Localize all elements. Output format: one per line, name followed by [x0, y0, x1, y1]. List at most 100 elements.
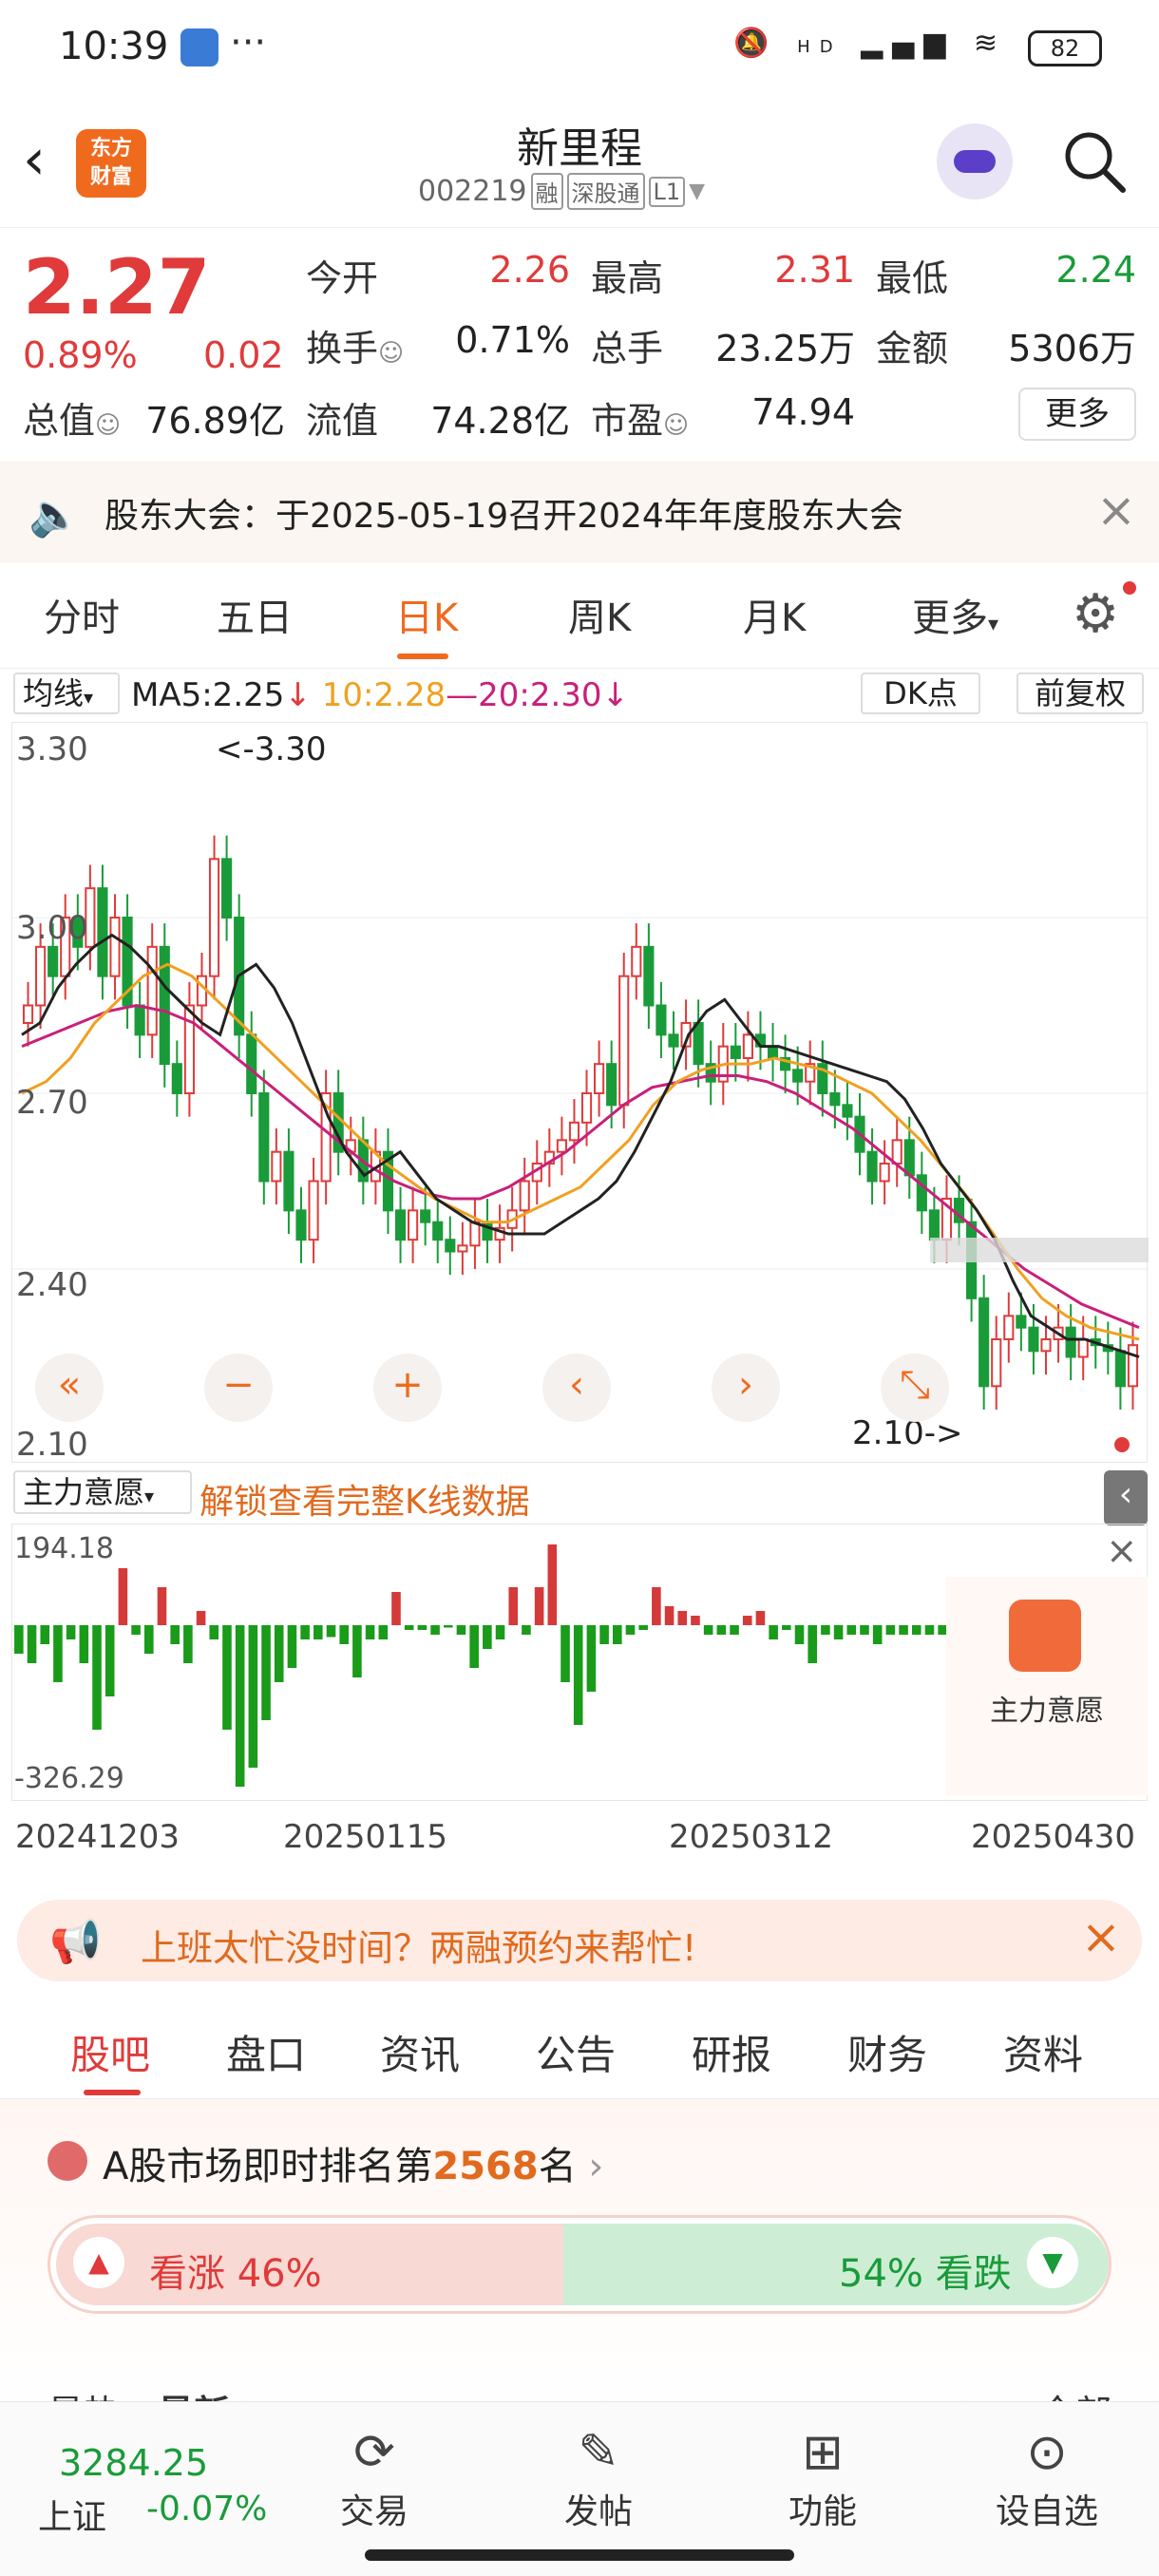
nav-trade[interactable]: ⟳ 交易: [308, 2421, 441, 2533]
tab-research[interactable]: 研报: [692, 2023, 771, 2081]
indicator-bar: [677, 1611, 688, 1625]
period-tabs: 分时 五日 日K 周K 月K 更多▾ ⚙: [0, 562, 1159, 669]
indicator-bar: [157, 1587, 167, 1625]
tab-underline: [397, 653, 448, 659]
candle: [742, 1033, 753, 1060]
indicator-bar: [638, 1625, 648, 1630]
change-percent: 0.89%: [23, 334, 138, 376]
tab-more[interactable]: 更多▾: [912, 587, 998, 642]
indicator-bar: [170, 1625, 180, 1644]
next-icon[interactable]: ›: [712, 1354, 780, 1422]
home-indicator: [365, 2549, 794, 2561]
candle: [568, 1121, 580, 1142]
indicator-bar: [274, 1625, 284, 1682]
y-tick-2: 2.70: [16, 1084, 88, 1122]
nav-functions[interactable]: ⊞ 功能: [756, 2421, 889, 2533]
stock-code: 002219: [418, 175, 527, 208]
tab-daily-k[interactable]: 日K: [395, 587, 458, 642]
indicator-bar: [404, 1625, 414, 1630]
indicator-bar: [469, 1625, 479, 1668]
kline-chart[interactable]: 3.30 3.00 2.70 2.40 2.10 <-3.30 2.10-> «…: [11, 722, 1149, 1464]
vote-down-label: 54% 看跌: [839, 2252, 1012, 2296]
index-change[interactable]: -0.07%: [146, 2490, 267, 2529]
candle: [879, 1163, 890, 1183]
tab-monthly-k[interactable]: 月K: [743, 587, 806, 642]
tag-connect: 深股通: [566, 173, 645, 210]
candle: [295, 1209, 307, 1241]
indicator-bar: [248, 1625, 258, 1768]
status-time: 10:39: [59, 25, 169, 68]
stock-header: ‹ 东方 财富 新里程 002219 融 深股通 L1 ▼: [0, 95, 1159, 228]
indicator-bar: [92, 1625, 102, 1730]
indicator-bar: [352, 1625, 362, 1677]
candle: [171, 1063, 182, 1094]
indicator-bar: [522, 1625, 531, 1635]
nav-watchlist[interactable]: ⊙ 设自选: [980, 2421, 1113, 2533]
tab-finance[interactable]: 财务: [847, 2023, 927, 2081]
promo-banner[interactable]: 📢 上班太忙没时间？两融预约来帮忙! ×: [17, 1900, 1142, 1981]
stock-code-row[interactable]: 002219 融 深股通 L1 ▼: [418, 173, 705, 210]
tab-weekly-k[interactable]: 周K: [568, 587, 631, 642]
indicator-bar: [534, 1587, 544, 1625]
notice-bar[interactable]: 🔈 股东大会：于2025-05-19召开2024年年度股东大会 ×: [0, 462, 1159, 562]
ma-selector[interactable]: 均线▾: [13, 672, 120, 714]
indicator-bar: [769, 1625, 778, 1639]
open-value: 2.26: [489, 249, 570, 291]
amount-label: 金额: [876, 328, 949, 369]
candle: [594, 1063, 605, 1094]
indicator-promo[interactable]: 主力意愿: [946, 1577, 1148, 1795]
indicator-bar: [730, 1625, 739, 1635]
tab-profile[interactable]: 资料: [1003, 2023, 1083, 2081]
tab-announcements[interactable]: 公告: [536, 2023, 616, 2081]
zoom-out-icon[interactable]: −: [204, 1354, 273, 1422]
market-cap-label: 总值☺: [23, 400, 122, 442]
candle: [246, 1033, 257, 1095]
candle: [519, 1180, 530, 1212]
tab-guba[interactable]: 股吧: [70, 2023, 150, 2081]
index-value[interactable]: 3284.25: [59, 2442, 208, 2484]
unlock-link[interactable]: 解锁查看完整K线数据: [200, 1474, 530, 1524]
tab-five-day[interactable]: 五日: [217, 587, 293, 642]
rewind-icon[interactable]: «: [35, 1354, 104, 1422]
close-icon[interactable]: ×: [1081, 1909, 1121, 1964]
indicator-bar: [899, 1625, 908, 1635]
gear-icon[interactable]: ⚙: [1072, 583, 1119, 645]
indicator-bar: [924, 1625, 935, 1635]
collapse-icon[interactable]: ‹: [1104, 1470, 1148, 1525]
y-tick-4: 2.10: [16, 1426, 88, 1464]
zoom-in-icon[interactable]: +: [373, 1354, 442, 1422]
chevron-down-icon: ▼: [689, 180, 706, 203]
prev-icon[interactable]: ‹: [542, 1354, 611, 1422]
grid-icon: ⊞: [802, 2424, 844, 2481]
candle: [903, 1139, 915, 1177]
indicator-bar: [456, 1625, 466, 1635]
tab-intraday[interactable]: 分时: [44, 587, 120, 642]
indicator-bar: [261, 1625, 271, 1720]
ma-values: MA5:2.25↓ 10:2.28—20:2.30↓: [131, 676, 630, 714]
turnover-value: 0.71%: [455, 319, 570, 361]
triangle-up-icon[interactable]: ▲: [73, 2237, 124, 2288]
y-tick-1: 3.00: [16, 909, 88, 947]
index-name[interactable]: 上证: [38, 2490, 106, 2539]
more-button[interactable]: 更多: [1018, 388, 1136, 441]
adjust-button[interactable]: 前复权: [1016, 672, 1144, 714]
candle: [221, 858, 233, 919]
indicator-bar: [378, 1625, 389, 1639]
close-icon[interactable]: ×: [1106, 1529, 1138, 1573]
tab-pankou[interactable]: 盘口: [226, 2023, 306, 2081]
indicator-selector[interactable]: 主力意愿▾: [13, 1470, 192, 1514]
dk-point-button[interactable]: DK点: [861, 672, 980, 714]
triangle-down-icon[interactable]: ▼: [1027, 2237, 1078, 2288]
candle: [978, 1297, 990, 1388]
float-cap-label: 流值: [306, 400, 379, 442]
rank-text[interactable]: A股市场即时排名第2568名 ›: [103, 2135, 603, 2190]
expand-icon[interactable]: ⤡: [881, 1354, 949, 1422]
indicator-bar: [27, 1625, 37, 1663]
yen-icon: ⟳: [353, 2424, 395, 2481]
nav-post[interactable]: ✎ 发帖: [532, 2421, 665, 2533]
search-icon[interactable]: [1060, 127, 1129, 196]
robot-avatar-icon[interactable]: [937, 123, 1013, 199]
close-icon[interactable]: ×: [1096, 483, 1136, 538]
tab-news[interactable]: 资讯: [380, 2023, 460, 2081]
candle: [1003, 1315, 1015, 1340]
